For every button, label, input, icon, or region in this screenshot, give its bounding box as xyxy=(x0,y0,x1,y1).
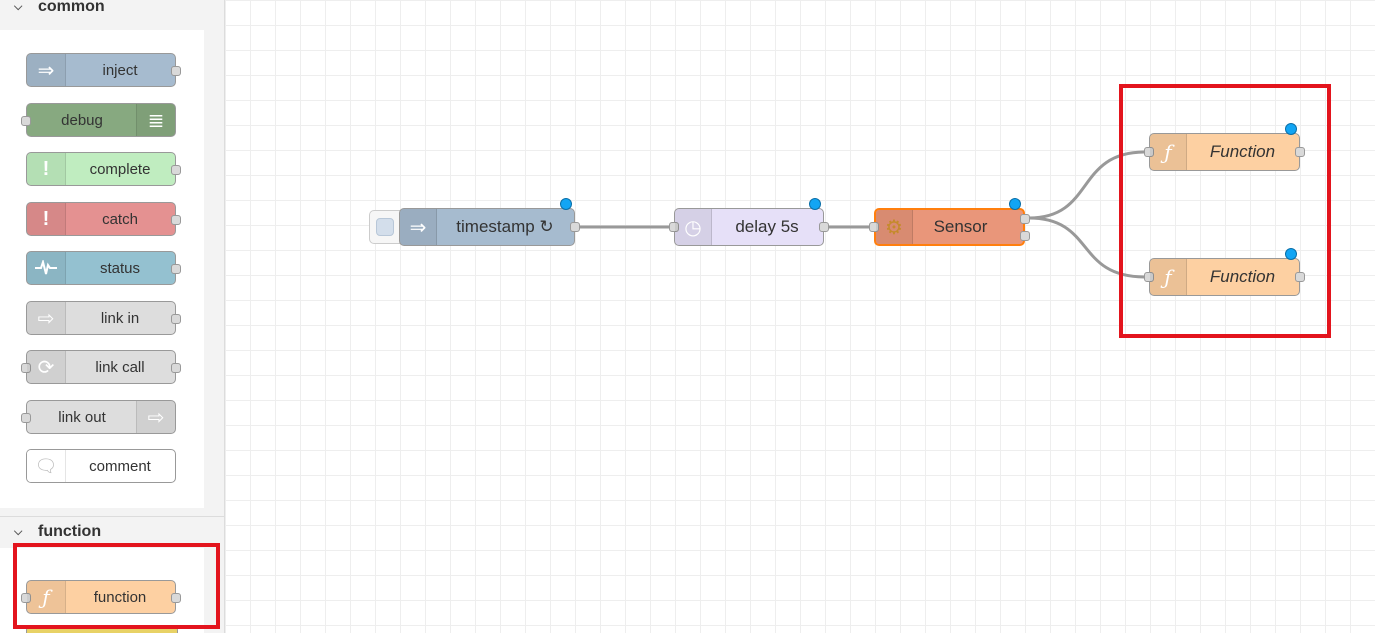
chevron-down-icon: ⌵ xyxy=(14,0,23,13)
output-port[interactable] xyxy=(171,215,181,225)
palette-node-status[interactable]: status xyxy=(26,251,181,285)
palette-node-inject[interactable]: ⇒ inject xyxy=(26,53,181,87)
pulse-icon xyxy=(27,252,66,284)
flow-node-delay[interactable]: ◷ delay 5s xyxy=(669,198,829,246)
output-port-1[interactable] xyxy=(1020,214,1030,224)
highlight-box xyxy=(13,543,220,629)
node-label: link out xyxy=(58,408,106,426)
chevron-down-icon: ⌵ xyxy=(14,525,23,538)
palette-node-link-call[interactable]: ⟳ link call xyxy=(21,350,181,384)
speech-bubble-icon: 🗨 xyxy=(27,450,66,482)
node-label: delay 5s xyxy=(735,217,799,236)
timer-icon: ◷ xyxy=(675,209,712,245)
palette-node-link-in[interactable]: ⇨ link in xyxy=(26,301,181,335)
flow-workspace[interactable]: ⇒ timestamp ↻ ◷ delay 5s ⚙ Sensor ƒ Func… xyxy=(225,0,1375,633)
palette-node-link-out[interactable]: link out ⇨ xyxy=(21,400,176,434)
node-label: link in xyxy=(100,309,140,327)
exclamation-icon: ! xyxy=(27,153,66,185)
output-port[interactable] xyxy=(171,264,181,274)
link-arrow-icon: ⇨ xyxy=(136,401,175,433)
node-label: complete xyxy=(89,160,151,178)
node-label: debug xyxy=(61,111,103,129)
link-call-icon: ⟳ xyxy=(27,351,66,383)
output-port[interactable] xyxy=(171,314,181,324)
output-port[interactable] xyxy=(171,165,181,175)
node-label: timestamp ↻ xyxy=(456,217,554,236)
status-dot xyxy=(1009,198,1021,210)
arrow-in-icon: ⇒ xyxy=(27,54,66,86)
node-label: status xyxy=(99,259,141,277)
gear-icon: ⚙ xyxy=(876,210,913,244)
node-label: link call xyxy=(95,358,145,376)
node-label: inject xyxy=(102,61,138,79)
status-dot xyxy=(560,198,572,210)
inject-trigger-button[interactable] xyxy=(369,210,401,244)
output-port[interactable] xyxy=(171,66,181,76)
exclamation-icon: ! xyxy=(27,203,66,235)
arrow-in-icon: ⇒ xyxy=(400,209,437,245)
highlight-box xyxy=(1119,84,1331,338)
list-icon: ≣ xyxy=(136,104,175,136)
flow-node-sensor[interactable]: ⚙ Sensor xyxy=(869,198,1030,246)
link-arrow-icon: ⇨ xyxy=(27,302,66,334)
category-header-common[interactable]: ⌵ common xyxy=(0,0,224,22)
output-port-2[interactable] xyxy=(1020,231,1030,241)
status-dot xyxy=(809,198,821,210)
output-port[interactable] xyxy=(819,222,829,232)
palette-node-complete[interactable]: ! complete xyxy=(26,152,181,186)
trigger-square-icon xyxy=(376,218,394,236)
category-label: function xyxy=(38,523,102,540)
palette-node-catch[interactable]: ! catch xyxy=(26,202,181,236)
node-label: comment xyxy=(89,457,151,475)
output-port[interactable] xyxy=(570,222,580,232)
node-palette: ⌵ common ⇒ inject debug ≣ ! complete ! c… xyxy=(0,0,225,633)
node-label: catch xyxy=(102,210,138,228)
palette-node-comment[interactable]: 🗨 comment xyxy=(26,449,176,483)
palette-node-debug[interactable]: debug ≣ xyxy=(21,103,176,137)
category-label: common xyxy=(38,0,105,15)
output-port[interactable] xyxy=(171,363,181,373)
flow-node-timestamp[interactable]: ⇒ timestamp ↻ xyxy=(399,198,580,246)
node-label: Sensor xyxy=(933,217,988,236)
